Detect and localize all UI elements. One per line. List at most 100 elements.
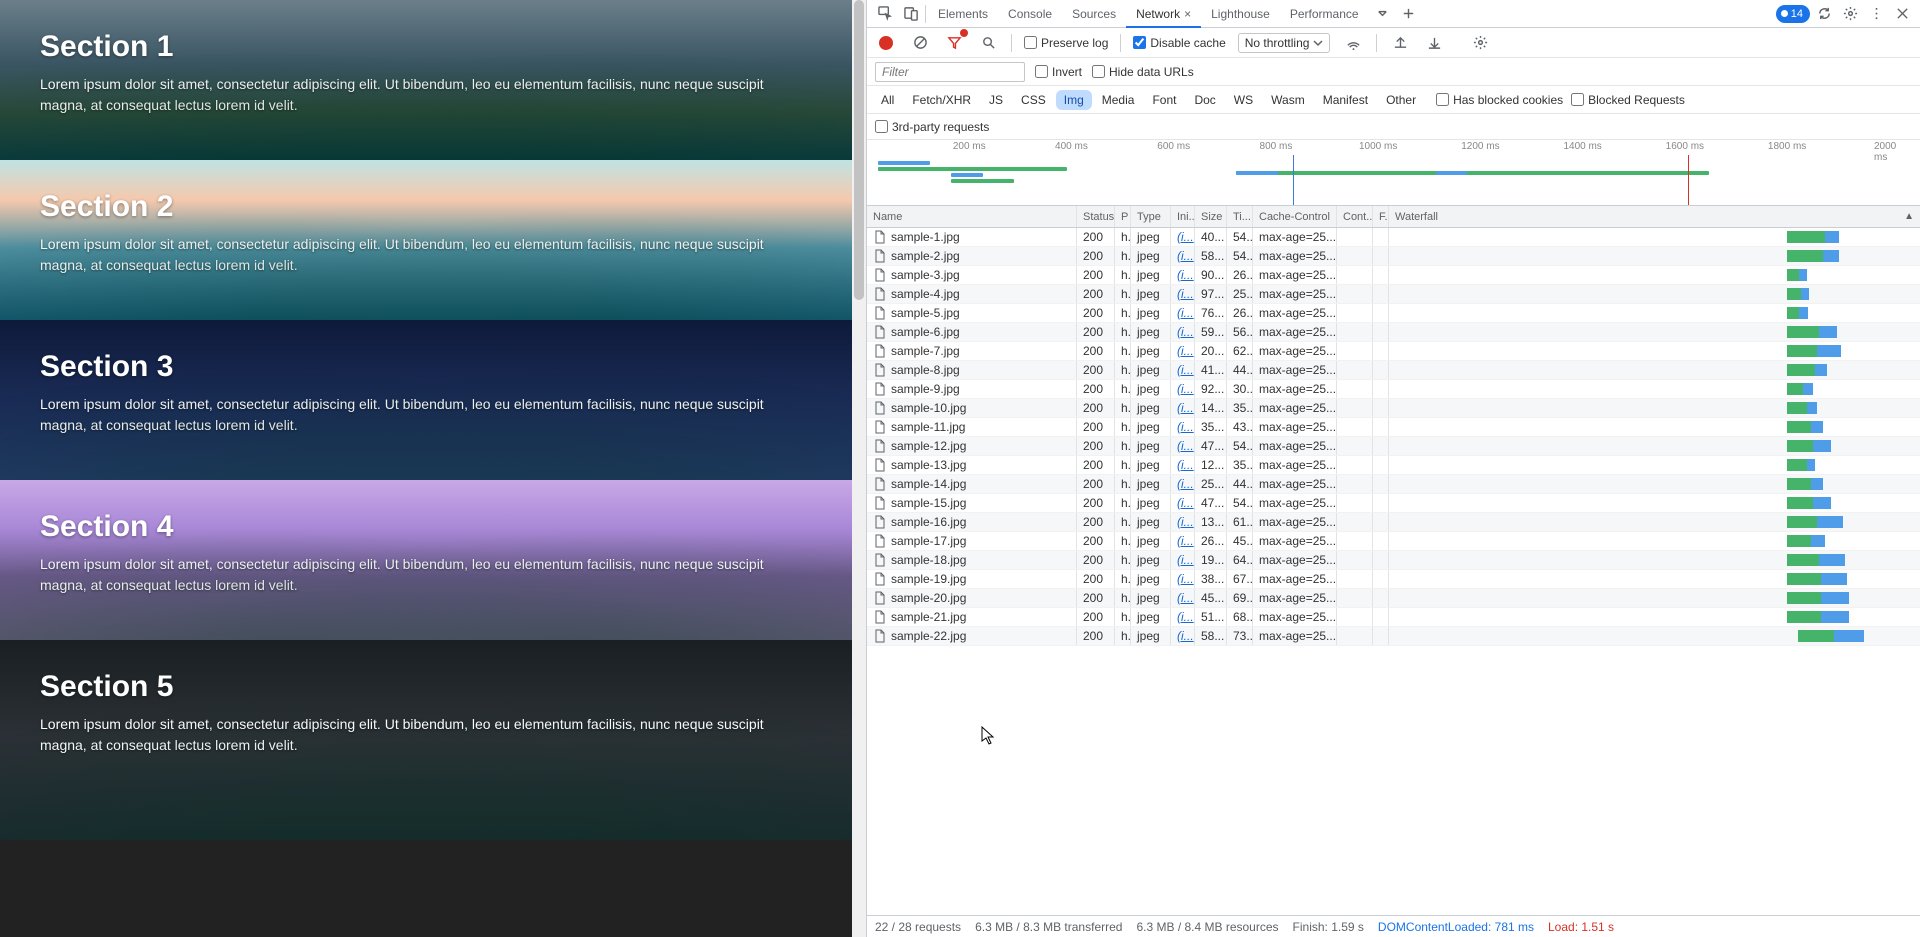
cell-initiator[interactable]: (i... — [1171, 532, 1195, 550]
device-toggle-icon[interactable] — [899, 2, 923, 26]
close-devtools-icon[interactable] — [1890, 2, 1914, 26]
hide-data-urls-checkbox[interactable]: Hide data URLs — [1092, 65, 1194, 79]
cell-initiator[interactable]: (i... — [1171, 285, 1195, 303]
cell-initiator[interactable]: (i... — [1171, 228, 1195, 246]
request-row[interactable]: sample-22.jpg200h..jpeg(i...58...73...ma… — [867, 627, 1920, 646]
request-row[interactable]: sample-12.jpg200h..jpeg(i...47...54...ma… — [867, 437, 1920, 456]
col-protocol[interactable]: P — [1115, 206, 1131, 227]
type-chip-wasm[interactable]: Wasm — [1263, 90, 1313, 110]
type-chip-img[interactable]: Img — [1056, 90, 1092, 110]
type-chip-font[interactable]: Font — [1144, 90, 1184, 110]
preserve-log-checkbox[interactable]: Preserve log — [1024, 36, 1108, 50]
request-row[interactable]: sample-20.jpg200h..jpeg(i...45...69...ma… — [867, 589, 1920, 608]
request-row[interactable]: sample-2.jpg200h..jpeg(i...58...54...max… — [867, 247, 1920, 266]
network-settings-icon[interactable] — [1469, 32, 1491, 54]
disable-cache-checkbox[interactable]: Disable cache — [1133, 36, 1225, 50]
import-har-icon[interactable] — [1389, 32, 1411, 54]
cell-initiator[interactable]: (i... — [1171, 266, 1195, 284]
type-chip-manifest[interactable]: Manifest — [1315, 90, 1376, 110]
cell-initiator[interactable]: (i... — [1171, 361, 1195, 379]
request-row[interactable]: sample-10.jpg200h..jpeg(i...14...35...ma… — [867, 399, 1920, 418]
type-chip-all[interactable]: All — [873, 90, 902, 110]
type-chip-fetch-xhr[interactable]: Fetch/XHR — [904, 90, 979, 110]
kebab-icon[interactable] — [1864, 2, 1888, 26]
request-row[interactable]: sample-16.jpg200h..jpeg(i...13...61...ma… — [867, 513, 1920, 532]
type-chip-css[interactable]: CSS — [1013, 90, 1054, 110]
col-name[interactable]: Name — [867, 206, 1077, 227]
tab-sources[interactable]: Sources — [1062, 0, 1126, 28]
export-har-icon[interactable] — [1423, 32, 1445, 54]
col-f[interactable]: F. — [1373, 206, 1389, 227]
type-chip-media[interactable]: Media — [1094, 90, 1143, 110]
cell-initiator[interactable]: (i... — [1171, 437, 1195, 455]
request-row[interactable]: sample-9.jpg200h..jpeg(i...92...30...max… — [867, 380, 1920, 399]
tab-console[interactable]: Console — [998, 0, 1062, 28]
page-scroll-thumb[interactable] — [854, 0, 864, 300]
request-row[interactable]: sample-11.jpg200h..jpeg(i...35...43...ma… — [867, 418, 1920, 437]
cell-initiator[interactable]: (i... — [1171, 513, 1195, 531]
col-time[interactable]: Ti... — [1227, 206, 1253, 227]
cell-initiator[interactable]: (i... — [1171, 494, 1195, 512]
cell-initiator[interactable]: (i... — [1171, 342, 1195, 360]
request-row[interactable]: sample-15.jpg200h..jpeg(i...47...54...ma… — [867, 494, 1920, 513]
settings-icon[interactable] — [1838, 2, 1862, 26]
col-content-type[interactable]: Cont... — [1337, 206, 1373, 227]
request-row[interactable]: sample-19.jpg200h..jpeg(i...38...67...ma… — [867, 570, 1920, 589]
col-type[interactable]: Type — [1131, 206, 1171, 227]
filter-toggle-icon[interactable] — [943, 32, 965, 54]
cell-initiator[interactable]: (i... — [1171, 304, 1195, 322]
cell-initiator[interactable]: (i... — [1171, 627, 1195, 645]
cell-initiator[interactable]: (i... — [1171, 247, 1195, 265]
network-conditions-icon[interactable] — [1342, 32, 1364, 54]
sync-icon[interactable] — [1812, 2, 1836, 26]
cell-initiator[interactable]: (i... — [1171, 551, 1195, 569]
type-chip-js[interactable]: JS — [981, 90, 1011, 110]
add-tab-icon[interactable] — [1397, 2, 1421, 26]
col-waterfall[interactable]: Waterfall▲ — [1389, 206, 1920, 227]
request-row[interactable]: sample-1.jpg200h..jpeg(i...40...54...max… — [867, 228, 1920, 247]
request-row[interactable]: sample-5.jpg200h..jpeg(i...76...26...max… — [867, 304, 1920, 323]
col-cache-control[interactable]: Cache-Control — [1253, 206, 1337, 227]
tab-lighthouse[interactable]: Lighthouse — [1201, 0, 1280, 28]
tab-network[interactable]: Network× — [1126, 0, 1201, 28]
search-icon[interactable] — [977, 32, 999, 54]
request-row[interactable]: sample-21.jpg200h..jpeg(i...51...68...ma… — [867, 608, 1920, 627]
request-row[interactable]: sample-8.jpg200h..jpeg(i...41...44...max… — [867, 361, 1920, 380]
filter-input[interactable] — [875, 62, 1025, 82]
more-tabs-icon[interactable] — [1371, 2, 1395, 26]
blocked-requests-checkbox[interactable]: Blocked Requests — [1571, 93, 1685, 107]
cell-initiator[interactable]: (i... — [1171, 589, 1195, 607]
cell-initiator[interactable]: (i... — [1171, 475, 1195, 493]
type-chip-ws[interactable]: WS — [1226, 90, 1261, 110]
col-size[interactable]: Size — [1195, 206, 1227, 227]
type-chip-doc[interactable]: Doc — [1186, 90, 1223, 110]
network-overview[interactable]: 200 ms400 ms600 ms800 ms1000 ms1200 ms14… — [867, 140, 1920, 206]
request-row[interactable]: sample-13.jpg200h..jpeg(i...12...35...ma… — [867, 456, 1920, 475]
cell-initiator[interactable]: (i... — [1171, 323, 1195, 341]
request-row[interactable]: sample-14.jpg200h..jpeg(i...25...44...ma… — [867, 475, 1920, 494]
tab-performance[interactable]: Performance — [1280, 0, 1369, 28]
type-chip-other[interactable]: Other — [1378, 90, 1424, 110]
cell-initiator[interactable]: (i... — [1171, 570, 1195, 588]
request-row[interactable]: sample-18.jpg200h..jpeg(i...19...64...ma… — [867, 551, 1920, 570]
page-scrollbar[interactable] — [852, 0, 866, 937]
request-row[interactable]: sample-6.jpg200h..jpeg(i...59...56...max… — [867, 323, 1920, 342]
cell-initiator[interactable]: (i... — [1171, 418, 1195, 436]
cell-initiator[interactable]: (i... — [1171, 399, 1195, 417]
inspect-icon[interactable] — [873, 2, 897, 26]
cell-initiator[interactable]: (i... — [1171, 380, 1195, 398]
request-row[interactable]: sample-4.jpg200h..jpeg(i...97...25...max… — [867, 285, 1920, 304]
clear-button[interactable] — [909, 32, 931, 54]
col-status[interactable]: Status — [1077, 206, 1115, 227]
request-row[interactable]: sample-17.jpg200h..jpeg(i...26...45...ma… — [867, 532, 1920, 551]
third-party-checkbox[interactable]: 3rd-party requests — [875, 120, 989, 134]
tab-elements[interactable]: Elements — [928, 0, 998, 28]
cell-initiator[interactable]: (i... — [1171, 456, 1195, 474]
col-initiator[interactable]: Ini... — [1171, 206, 1195, 227]
network-table-header[interactable]: Name Status P Type Ini... Size Ti... Cac… — [867, 206, 1920, 228]
close-tab-icon[interactable]: × — [1184, 7, 1191, 21]
has-blocked-cookies-checkbox[interactable]: Has blocked cookies — [1436, 93, 1563, 107]
issues-counter[interactable]: 14 — [1776, 5, 1810, 23]
request-row[interactable]: sample-3.jpg200h..jpeg(i...90...26...max… — [867, 266, 1920, 285]
cell-initiator[interactable]: (i... — [1171, 608, 1195, 626]
